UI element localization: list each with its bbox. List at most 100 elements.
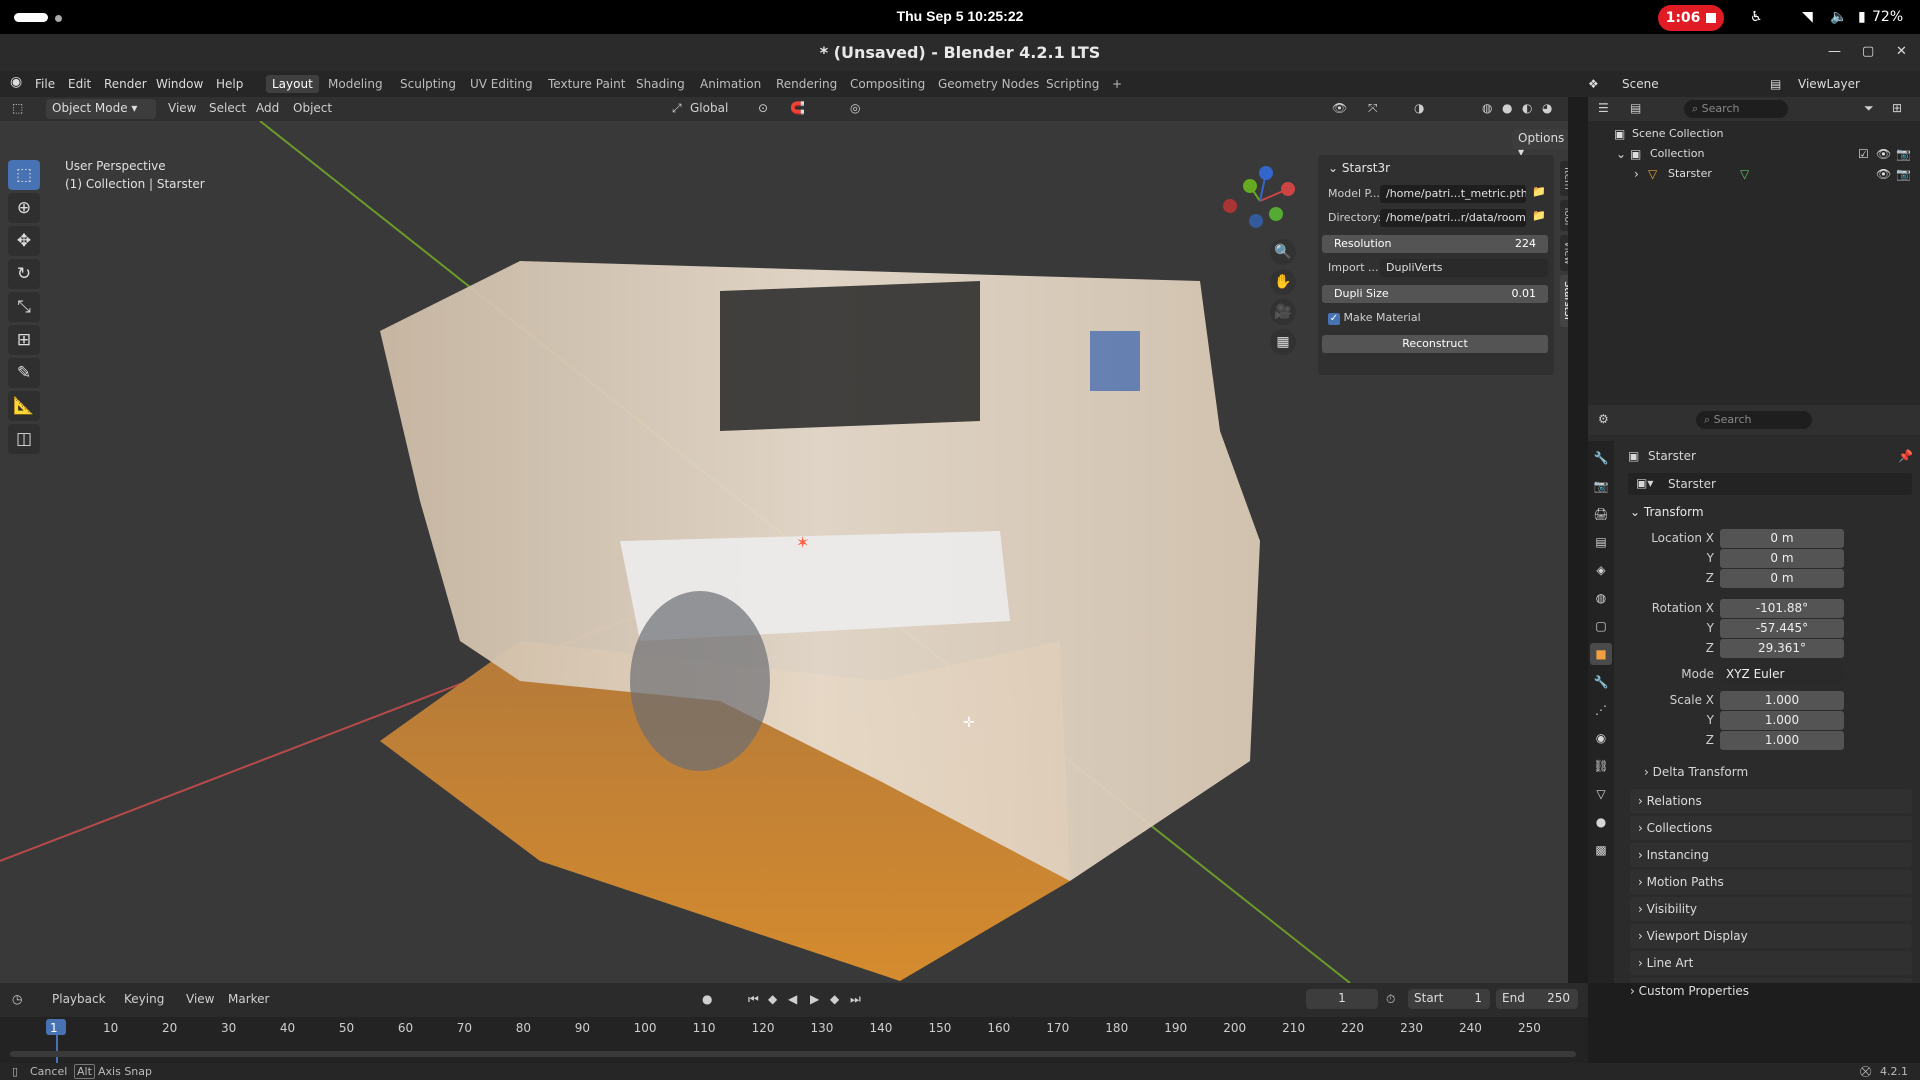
menu-view[interactable]: View (168, 101, 196, 115)
chevron-down-icon[interactable]: ⌄ (1616, 147, 1626, 161)
visibility-icon[interactable]: 👁 (1332, 101, 1347, 115)
eye-icon[interactable]: 👁 (1876, 167, 1891, 181)
filter-icon[interactable]: ⏷ (1864, 101, 1874, 116)
menu-select[interactable]: Select (209, 101, 246, 115)
current-frame-field[interactable]: 1 (1306, 989, 1378, 1009)
folder-icon[interactable]: 📁 (1532, 209, 1546, 222)
wireframe-shading-icon[interactable]: ◍ (1482, 101, 1492, 115)
play-icon[interactable]: ▶ (810, 992, 819, 1006)
view-layer-icon[interactable]: ▤ (1770, 77, 1781, 91)
panel-custom-properties[interactable]: › Custom Properties (1630, 984, 1749, 998)
editor-type-icon[interactable]: ◷ (12, 992, 22, 1006)
tab-geometry-nodes[interactable]: Geometry Nodes (932, 75, 1045, 93)
transform-orientation[interactable]: Global (690, 101, 728, 115)
menu-playback[interactable]: Playback (52, 992, 106, 1006)
physics-tab-icon[interactable]: ◉ (1590, 727, 1612, 749)
gizmo-icon[interactable]: ⤧ (1368, 101, 1378, 116)
panel-line-art[interactable]: › Line Art (1630, 951, 1912, 975)
menu-add[interactable]: Add (256, 101, 279, 115)
system-clock[interactable]: Thu Sep 5 10:25:22 (0, 8, 1920, 24)
tab-layout[interactable]: Layout (266, 75, 319, 93)
cursor-tool-icon[interactable]: ⊕ (8, 193, 40, 223)
menu-window[interactable]: Window (156, 77, 203, 91)
rendered-shading-icon[interactable]: ◕ (1542, 101, 1552, 115)
scene-tab-icon[interactable]: ◈ (1590, 559, 1612, 581)
panel-viewport-display[interactable]: › Viewport Display (1630, 924, 1912, 948)
import-dropdown[interactable]: DupliVerts (1380, 259, 1548, 277)
rotation-y-field[interactable]: -57.445° (1720, 619, 1844, 638)
tool-tab-icon[interactable]: 🔧 (1590, 447, 1612, 469)
constraints-tab-icon[interactable]: ⛓ (1590, 755, 1612, 777)
record-icon[interactable]: ● (702, 992, 712, 1006)
directory-path-field[interactable]: /home/patri...r/data/room/ (1380, 209, 1526, 227)
mode-selector[interactable]: Object Mode ▾ (46, 99, 156, 119)
scene-selector[interactable]: Scene (1622, 77, 1659, 91)
menu-object[interactable]: Object (293, 101, 332, 115)
material-shading-icon[interactable]: ◐ (1522, 101, 1532, 115)
menu-timeline-view[interactable]: View (186, 992, 214, 1006)
panel-relations[interactable]: › Relations (1630, 789, 1912, 813)
scale-z-field[interactable]: 1.000 (1720, 731, 1844, 750)
annotate-tool-icon[interactable]: ✎ (8, 358, 40, 388)
render-tab-icon[interactable]: 📷 (1590, 475, 1612, 497)
view-layer-selector[interactable]: ViewLayer (1798, 77, 1860, 91)
reconstruct-button[interactable]: Reconstruct (1322, 335, 1548, 353)
make-material-checkbox[interactable]: ✓ Make Material (1328, 311, 1421, 325)
panel-visibility[interactable]: › Visibility (1630, 897, 1912, 921)
navigation-gizmo[interactable] (1220, 161, 1300, 241)
tab-modeling[interactable]: Modeling (322, 75, 389, 93)
editor-type-icon[interactable]: ⬚ (12, 101, 23, 115)
menu-keying[interactable]: Keying (124, 992, 164, 1006)
tab-sculpting[interactable]: Sculpting (394, 75, 462, 93)
data-tab-icon[interactable]: ▽ (1590, 783, 1612, 805)
window-title-bar[interactable]: * (Unsaved) - Blender 4.2.1 LTS — ▢ ✕ (0, 34, 1920, 71)
panel-instancing[interactable]: › Instancing (1630, 843, 1912, 867)
chevron-right-icon[interactable]: › (1634, 167, 1639, 181)
object-name-field[interactable]: ▣▾ Starster (1628, 473, 1912, 495)
tab-texture-paint[interactable]: Texture Paint (542, 75, 631, 93)
options-button[interactable]: Options ▾ (1512, 129, 1568, 159)
screen-recording-indicator[interactable]: 1:06 (1658, 5, 1724, 31)
location-x-field[interactable]: 0 m (1720, 529, 1844, 548)
sidebar-tab-view[interactable]: View (1560, 235, 1568, 271)
delta-transform-header[interactable]: › Delta Transform (1644, 765, 1748, 779)
blender-logo-icon[interactable]: ◉ (10, 74, 22, 90)
menu-render[interactable]: Render (104, 77, 147, 91)
object-datablock-icon[interactable]: ▣▾ (1636, 476, 1653, 490)
pan-hand-icon[interactable]: ✋ (1270, 269, 1296, 295)
checkbox-icon[interactable]: ☑ (1858, 147, 1869, 161)
object-tab-icon[interactable]: ■ (1590, 643, 1612, 665)
proportional-edit-icon[interactable]: ◎ (850, 101, 860, 115)
maximize-icon[interactable]: ▢ (1862, 44, 1874, 59)
volume-icon[interactable]: 🔈 (1830, 9, 1847, 25)
add-cube-tool-icon[interactable]: ◫ (8, 424, 40, 454)
location-y-field[interactable]: 0 m (1720, 549, 1844, 568)
editor-type-icon[interactable]: ⚙ (1598, 412, 1609, 426)
battery-icon[interactable]: ▮ (1858, 9, 1866, 25)
grid-perspective-icon[interactable]: ▦ (1270, 329, 1296, 355)
minimize-icon[interactable]: — (1828, 44, 1841, 59)
sidebar-tab-item[interactable]: Item (1560, 161, 1568, 196)
camera-view-icon[interactable]: 🎥 (1270, 299, 1296, 325)
solid-shading-icon[interactable]: ● (1502, 101, 1512, 115)
menu-edit[interactable]: Edit (68, 77, 91, 91)
menu-marker[interactable]: Marker (228, 992, 269, 1006)
sidebar-tab-tool[interactable]: Tool (1560, 199, 1568, 232)
tab-uv-editing[interactable]: UV Editing (464, 75, 539, 93)
view-layer-tab-icon[interactable]: ▤ (1590, 531, 1612, 553)
folder-icon[interactable]: 📁 (1532, 185, 1546, 198)
zoom-icon[interactable]: 🔍 (1270, 239, 1296, 265)
outliner-search-input[interactable]: ⌕ Search (1684, 100, 1788, 118)
pivot-icon[interactable]: ⊙ (758, 101, 768, 115)
stopwatch-icon[interactable]: ⏱ (1386, 992, 1395, 1007)
resolution-slider[interactable]: Resolution 224 (1322, 235, 1548, 253)
modifier-tab-icon[interactable]: 🔧 (1590, 671, 1612, 693)
scale-tool-icon[interactable]: ⤡ (8, 292, 40, 322)
output-tab-icon[interactable]: 🖨 (1590, 503, 1612, 525)
eye-icon[interactable]: 👁 (1876, 147, 1891, 161)
jump-start-icon[interactable]: ⏮ (748, 992, 759, 1007)
particles-tab-icon[interactable]: ⋰ (1590, 699, 1612, 721)
rotation-z-field[interactable]: 29.361° (1720, 639, 1844, 658)
3d-viewport[interactable]: ✶ ✛ ⬚ ⊕ ✥ ↻ ⤡ ⊞ ✎ 📐 ◫ User Perspective (… (0, 121, 1568, 983)
camera-icon[interactable]: 📷 (1896, 167, 1911, 181)
